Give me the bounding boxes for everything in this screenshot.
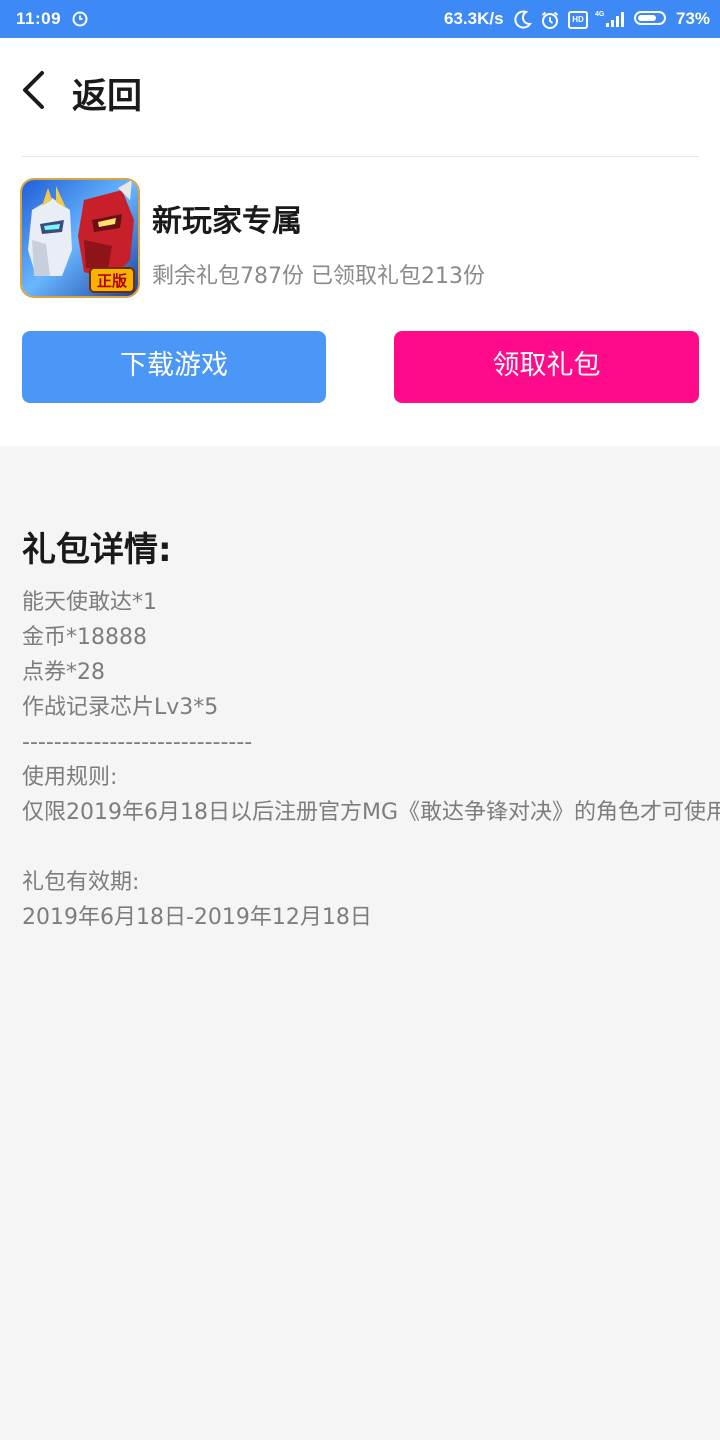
gift-item: 能天使敢达*1: [22, 590, 157, 615]
gift-item: 金币*18888: [22, 625, 147, 650]
signal-icon: 4G: [595, 9, 627, 34]
status-bar: 11:09 63.3K/s HD 4G 73%: [0, 0, 720, 38]
moon-icon: [513, 9, 533, 34]
gift-title: 新玩家专属: [152, 204, 302, 239]
divider: [22, 156, 699, 157]
gift-item: 点券*28: [22, 660, 105, 685]
separator-line: -----------------------------: [22, 730, 253, 755]
claim-gift-button[interactable]: 领取礼包: [394, 331, 699, 403]
gift-item: 作战记录芯片Lv3*5: [22, 695, 219, 720]
rules-text: 仅限2019年6月18日以后注册官方MG《敢达争锋对决》的角色才可使用: [22, 800, 720, 825]
back-label: 返回: [72, 77, 143, 117]
validity-text: 2019年6月18日-2019年12月18日: [22, 905, 372, 930]
details-heading: 礼包详情:: [22, 530, 172, 570]
back-button[interactable]: 返回: [14, 62, 164, 117]
status-time: 11:09: [16, 9, 62, 28]
battery-icon: [634, 11, 666, 25]
network-speed: 63.3K/s: [444, 9, 504, 28]
chevron-left-icon: [20, 70, 46, 114]
gift-stock-info: 剩余礼包787份 已领取礼包213份: [152, 264, 485, 289]
timer-icon: [72, 11, 88, 32]
battery-percent: 73%: [676, 9, 711, 28]
rules-heading: 使用规则:: [22, 765, 118, 790]
alarm-icon: [540, 10, 560, 35]
details-body: 能天使敢达*1 金币*18888 点券*28 作战记录芯片Lv3*5 -----…: [22, 585, 720, 935]
download-game-button[interactable]: 下载游戏: [22, 331, 326, 403]
network-type: 4G: [595, 11, 605, 18]
gift-header-panel: 返回 正版 新玩家专属 剩余礼包787份 已领取礼包213份 下载游戏 领取礼包: [0, 38, 720, 446]
battery-fill: [638, 15, 656, 21]
game-icon: 正版: [22, 180, 138, 296]
icon-badge-text: 正版: [97, 272, 127, 290]
hd-voice-icon: HD: [568, 11, 588, 29]
validity-heading: 礼包有效期:: [22, 870, 140, 895]
